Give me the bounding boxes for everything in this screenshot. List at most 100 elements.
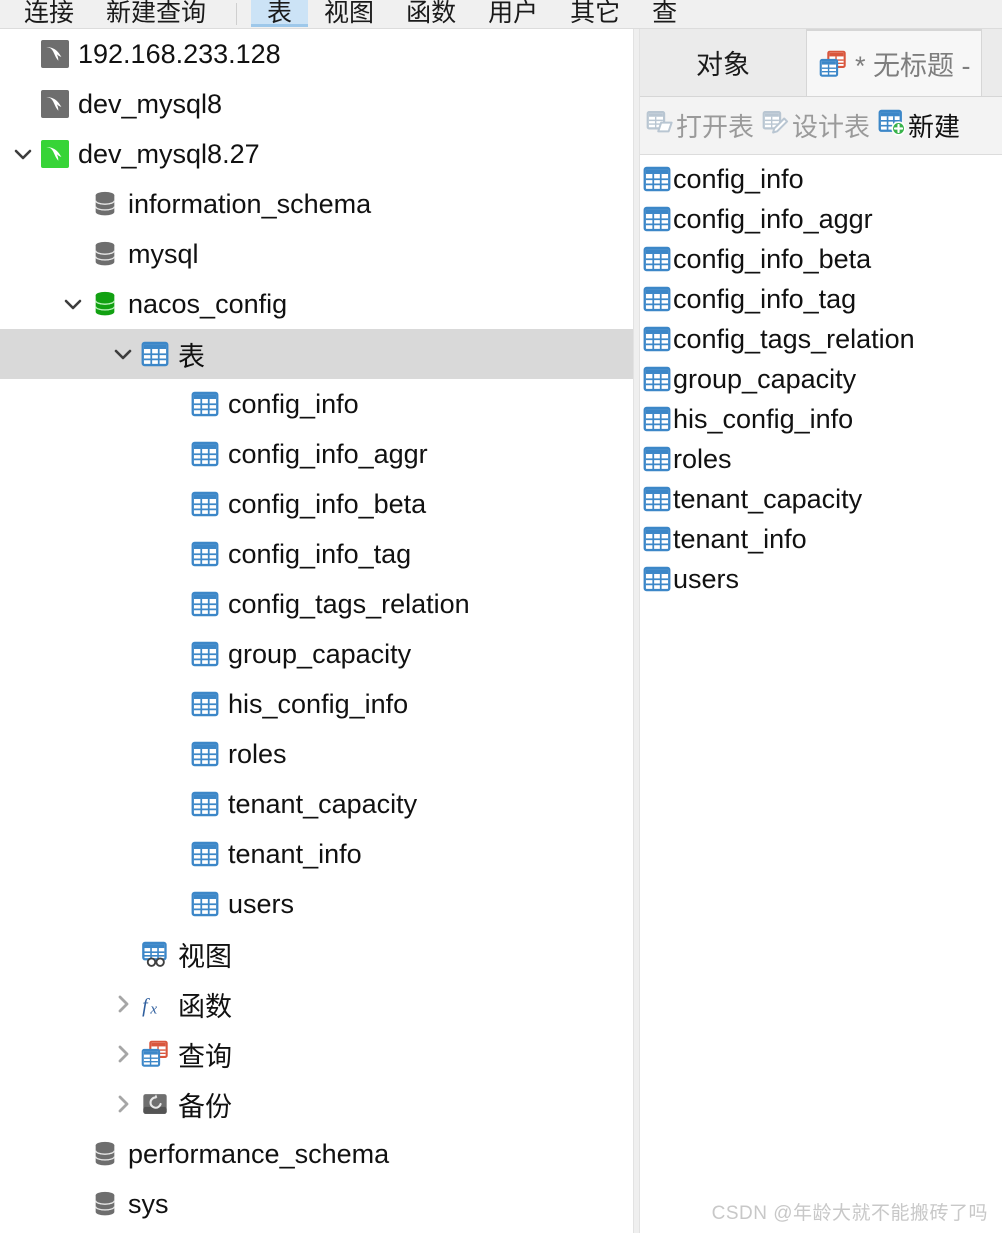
twisty-collapsed-icon[interactable] — [108, 1079, 138, 1129]
table-icon — [191, 840, 219, 868]
object-list-item-label: his_config_info — [673, 403, 854, 434]
tree-node-label: config_info_beta — [228, 488, 427, 519]
object-list-item[interactable]: config_info_tag — [640, 279, 1002, 319]
object-list-item-label: config_info_beta — [673, 243, 872, 274]
design-table-button-label: 设计表 — [792, 112, 871, 142]
tree-node-label: config_tags_relation — [228, 588, 470, 619]
tab-query-label: * 无标题 - — [855, 51, 971, 81]
object-list-item-label: group_capacity — [673, 363, 857, 394]
database-icon — [91, 1140, 119, 1168]
table-icon — [191, 690, 219, 718]
toolbar-tab-8[interactable]: 查 — [636, 0, 693, 27]
tree-node[interactable]: dev_mysql8 — [0, 79, 633, 129]
tree-node-label: nacos_config — [128, 288, 288, 319]
object-list-item[interactable]: config_tags_relation — [640, 319, 1002, 359]
object-list-item-label: users — [673, 563, 740, 594]
tree-node[interactable]: config_info_tag — [0, 529, 633, 579]
mysql-connection-icon — [41, 140, 69, 168]
tree-node-label: 表 — [178, 341, 205, 372]
tab-objects[interactable]: 对象 — [640, 29, 806, 96]
toolbar-tab-0[interactable]: 连接 — [0, 0, 90, 27]
toolbar-tab-5[interactable]: 函数 — [390, 0, 472, 27]
table-icon — [643, 325, 671, 353]
design-table-icon — [762, 108, 790, 143]
tree-node[interactable]: f x 函数 — [0, 979, 633, 1029]
toolbar-separator — [236, 3, 238, 25]
connection-tree-panel[interactable]: 192.168.233.128 dev_mysql8 dev_mysql8.27in… — [0, 29, 633, 1233]
new-table-icon — [878, 108, 906, 143]
toolbar-tab-3[interactable]: 表 — [251, 0, 309, 27]
tree-node[interactable]: 备份 — [0, 1079, 633, 1129]
tree-node[interactable]: users — [0, 879, 633, 929]
tree-node[interactable]: config_info_aggr — [0, 429, 633, 479]
table-icon — [643, 565, 671, 593]
tree-node-label: 视图 — [178, 941, 232, 972]
table-icon — [191, 390, 219, 418]
tree-node[interactable]: tenant_info — [0, 829, 633, 879]
tree-node[interactable]: performance_schema — [0, 1129, 633, 1179]
tab-query-editor[interactable]: * 无标题 - — [806, 29, 982, 96]
toolbar-tab-7[interactable]: 其它 — [554, 0, 636, 27]
tree-node[interactable]: information_schema — [0, 179, 633, 229]
object-table-list[interactable]: config_info config_info_aggr config_info_b… — [640, 155, 1002, 1232]
tree-node-label: config_info — [228, 388, 359, 419]
object-list-item[interactable]: tenant_capacity — [640, 479, 1002, 519]
toolbar-tab-4[interactable]: 视图 — [308, 0, 390, 27]
function-icon: fx — [141, 990, 169, 1018]
toolbar-tab-6[interactable]: 用户 — [472, 0, 554, 27]
tree-node-label: 查询 — [178, 1041, 232, 1072]
open-table-button: 打开表 — [642, 107, 758, 144]
tree-node[interactable]: dev_mysql8.27 — [0, 129, 633, 179]
tree-node[interactable]: sys — [0, 1179, 633, 1229]
tree-node[interactable]: roles — [0, 729, 633, 779]
toolbar-tab-1[interactable]: 新建查询 — [90, 0, 222, 27]
object-list-item[interactable]: config_info_beta — [640, 239, 1002, 279]
object-list-item[interactable]: users — [640, 559, 1002, 599]
twisty-expanded-icon[interactable] — [108, 329, 138, 379]
view-icon — [141, 940, 169, 968]
new-table-button-label: 新建 — [908, 112, 961, 142]
table-icon — [191, 590, 219, 618]
twisty-expanded-icon[interactable] — [58, 279, 88, 329]
tree-node[interactable]: his_config_info — [0, 679, 633, 729]
table-folder-icon — [141, 340, 169, 368]
tree-node[interactable]: 192.168.233.128 — [0, 29, 633, 79]
tree-node-label: tenant_info — [228, 838, 362, 869]
tree-node[interactable]: 视图 — [0, 929, 633, 979]
table-icon — [191, 540, 219, 568]
tree-node-label: config_info_aggr — [228, 438, 428, 469]
object-list-item[interactable]: config_info_aggr — [640, 199, 1002, 239]
tree-node-label: 192.168.233.128 — [78, 38, 281, 69]
object-list-item[interactable]: roles — [640, 439, 1002, 479]
tree-node[interactable]: 查询 — [0, 1029, 633, 1079]
twisty-expanded-icon[interactable] — [8, 129, 38, 179]
tree-node[interactable]: mysql — [0, 229, 633, 279]
svg-text:f: f — [142, 995, 150, 1017]
tree-node[interactable]: 表 — [0, 329, 633, 379]
object-list-item[interactable]: his_config_info — [640, 399, 1002, 439]
object-list-item[interactable]: config_info — [640, 159, 1002, 199]
tree-node[interactable]: config_info_beta — [0, 479, 633, 529]
twisty-collapsed-icon[interactable] — [108, 1029, 138, 1079]
panel-splitter[interactable] — [633, 29, 640, 1233]
database-icon — [91, 1190, 119, 1218]
table-icon — [643, 365, 671, 393]
table-icon — [643, 445, 671, 473]
tree-node-label: information_schema — [128, 188, 372, 219]
tree-node[interactable]: nacos_config — [0, 279, 633, 329]
object-list-item-label: config_tags_relation — [673, 323, 915, 354]
tree-node[interactable]: tenant_capacity — [0, 779, 633, 829]
tree-node[interactable]: group_capacity — [0, 629, 633, 679]
tree-node[interactable]: config_tags_relation — [0, 579, 633, 629]
tree-node-label: 函数 — [178, 991, 232, 1022]
table-icon — [191, 490, 219, 518]
object-list-item[interactable]: group_capacity — [640, 359, 1002, 399]
object-list-item[interactable]: tenant_info — [640, 519, 1002, 559]
new-table-button[interactable]: 新建 — [874, 107, 964, 144]
tree-node[interactable]: config_info — [0, 379, 633, 429]
query-icon — [819, 50, 847, 78]
design-table-button: 设计表 — [758, 107, 874, 144]
backup-icon — [141, 1090, 169, 1118]
twisty-collapsed-icon[interactable] — [108, 979, 138, 1029]
csdn-watermark: CSDN @年龄大就不能搬砖了吗 — [711, 1203, 988, 1224]
